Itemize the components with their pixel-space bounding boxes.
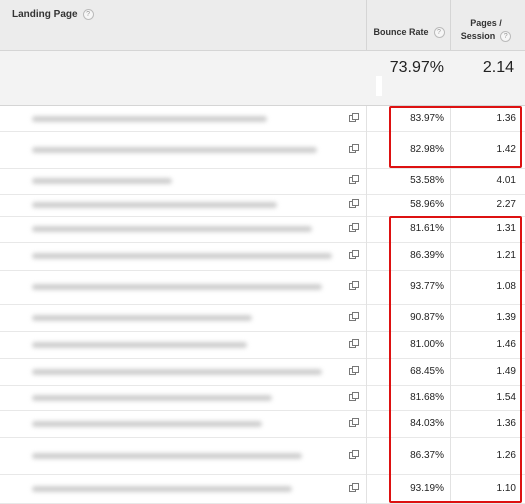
external-link-icon[interactable] bbox=[349, 450, 359, 459]
external-link-icon[interactable] bbox=[349, 113, 359, 122]
landing-page-header[interactable]: Landing Page? bbox=[12, 9, 94, 20]
external-link-icon[interactable] bbox=[349, 312, 359, 321]
landing-page-link[interactable] bbox=[32, 284, 322, 290]
external-link-icon[interactable] bbox=[349, 250, 359, 259]
highlight-box bbox=[389, 216, 522, 503]
table-row[interactable]: 53.58% 4.01 bbox=[0, 168, 525, 195]
external-link-icon[interactable] bbox=[349, 199, 359, 208]
pages-session-label-line1: Pages / bbox=[470, 18, 502, 28]
column-divider bbox=[366, 106, 367, 503]
external-link-icon[interactable] bbox=[349, 144, 359, 153]
external-link-icon[interactable] bbox=[349, 339, 359, 348]
help-icon[interactable]: ? bbox=[82, 9, 94, 20]
landing-page-link[interactable] bbox=[32, 226, 312, 232]
pages-per-session-cell: 2.27 bbox=[496, 199, 516, 210]
bounce-rate-cell: 53.58% bbox=[410, 175, 444, 186]
external-link-icon[interactable] bbox=[349, 366, 359, 375]
external-link-icon[interactable] bbox=[349, 223, 359, 232]
landing-page-link[interactable] bbox=[32, 147, 317, 153]
landing-page-label: Landing Page bbox=[12, 9, 78, 21]
landing-page-link[interactable] bbox=[32, 395, 272, 401]
landing-page-link[interactable] bbox=[32, 342, 247, 348]
external-link-icon[interactable] bbox=[349, 418, 359, 427]
table-row[interactable]: 58.96% 2.27 bbox=[0, 194, 525, 217]
landing-page-link[interactable] bbox=[32, 116, 267, 122]
help-icon[interactable]: ? bbox=[500, 31, 512, 43]
totals-row bbox=[0, 51, 525, 106]
pages-per-session-cell: 4.01 bbox=[496, 175, 516, 186]
external-link-icon[interactable] bbox=[349, 175, 359, 184]
bounce-rate-label: Bounce Rate bbox=[373, 27, 429, 37]
pages-session-label-line2: Session? bbox=[452, 30, 520, 43]
external-link-icon[interactable] bbox=[349, 483, 359, 492]
landing-page-link[interactable] bbox=[32, 178, 172, 184]
table-header bbox=[0, 0, 525, 51]
external-link-icon[interactable] bbox=[349, 392, 359, 401]
totals-bar bbox=[376, 76, 382, 96]
external-link-icon[interactable] bbox=[349, 281, 359, 290]
landing-page-link[interactable] bbox=[32, 315, 252, 321]
landing-page-link[interactable] bbox=[32, 486, 292, 492]
landing-page-link[interactable] bbox=[32, 453, 302, 459]
bounce-rate-cell: 58.96% bbox=[410, 199, 444, 210]
landing-page-link[interactable] bbox=[32, 253, 332, 259]
landing-page-link[interactable] bbox=[32, 202, 277, 208]
highlight-box bbox=[389, 106, 522, 168]
help-icon[interactable]: ? bbox=[433, 27, 445, 39]
pages-session-header[interactable]: Pages / Session? bbox=[452, 17, 520, 43]
landing-page-link[interactable] bbox=[32, 369, 322, 375]
landing-page-link[interactable] bbox=[32, 421, 262, 427]
bounce-rate-header[interactable]: Bounce Rate? bbox=[368, 27, 450, 39]
total-bounce-rate: 73.97% bbox=[389, 59, 444, 76]
total-pages-per-session: 2.14 bbox=[482, 59, 514, 76]
